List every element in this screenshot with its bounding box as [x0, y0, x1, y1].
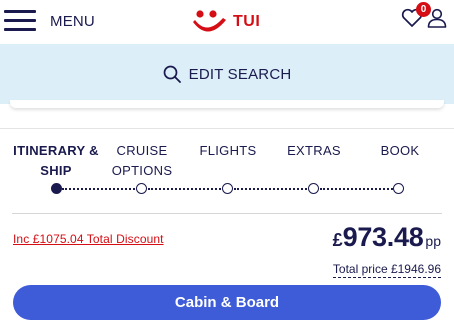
total-discount-link[interactable]: Inc £1075.04 Total Discount: [13, 232, 164, 246]
top-header: MENU TUI 0: [0, 0, 454, 44]
menu-button[interactable]: MENU: [4, 6, 95, 36]
step-label-line1: CRUISE: [116, 143, 168, 158]
step-book[interactable]: BOOK: [358, 141, 442, 161]
user-icon: [427, 8, 447, 28]
booking-progress-steps: ITINERARY & SHIP CRUISE OPTIONS FLIGHTS …: [0, 128, 454, 208]
per-person-suffix: pp: [425, 233, 441, 249]
step-flights[interactable]: FLIGHTS: [186, 141, 270, 161]
progress-line: [320, 188, 393, 190]
step-label-line2: OPTIONS: [111, 163, 173, 178]
step-dot: [136, 183, 147, 194]
step-label-line2: SHIP: [40, 163, 72, 178]
divider: [12, 213, 442, 214]
cabin-board-button[interactable]: Cabin & Board: [13, 285, 441, 320]
step-label-line1: ITINERARY &: [13, 143, 99, 158]
search-icon: [163, 65, 181, 83]
step-dot: [308, 183, 319, 194]
tui-logo[interactable]: TUI: [193, 8, 260, 36]
step-extras[interactable]: EXTRAS: [272, 141, 356, 161]
step-label-line1: FLIGHTS: [199, 143, 257, 158]
step-cruise-options[interactable]: CRUISE OPTIONS: [100, 141, 184, 181]
currency-symbol: £: [332, 230, 343, 250]
progress-line: [62, 188, 135, 190]
step-dot: [222, 183, 233, 194]
edit-search-bar[interactable]: EDIT SEARCH: [0, 44, 454, 104]
edit-search-label: EDIT SEARCH: [188, 65, 292, 83]
price-amount: 973.48: [342, 222, 424, 252]
collapsed-search-panel: [10, 100, 444, 108]
hamburger-icon: [4, 10, 36, 32]
step-dot-current: [51, 183, 62, 194]
step-dot: [393, 183, 404, 194]
step-itinerary-ship[interactable]: ITINERARY & SHIP: [12, 141, 100, 181]
progress-line: [148, 188, 221, 190]
step-label-line1: BOOK: [380, 143, 420, 158]
menu-label: MENU: [50, 12, 95, 30]
logo-text: TUI: [233, 13, 261, 30]
total-price-link[interactable]: Total price £1946.96: [332, 262, 441, 278]
step-label-line1: EXTRAS: [287, 143, 341, 158]
account-button[interactable]: [427, 8, 447, 30]
tui-smile-logo: [193, 10, 226, 32]
progress-line: [234, 188, 307, 190]
price-per-person: £ 973.48 pp: [333, 222, 441, 253]
